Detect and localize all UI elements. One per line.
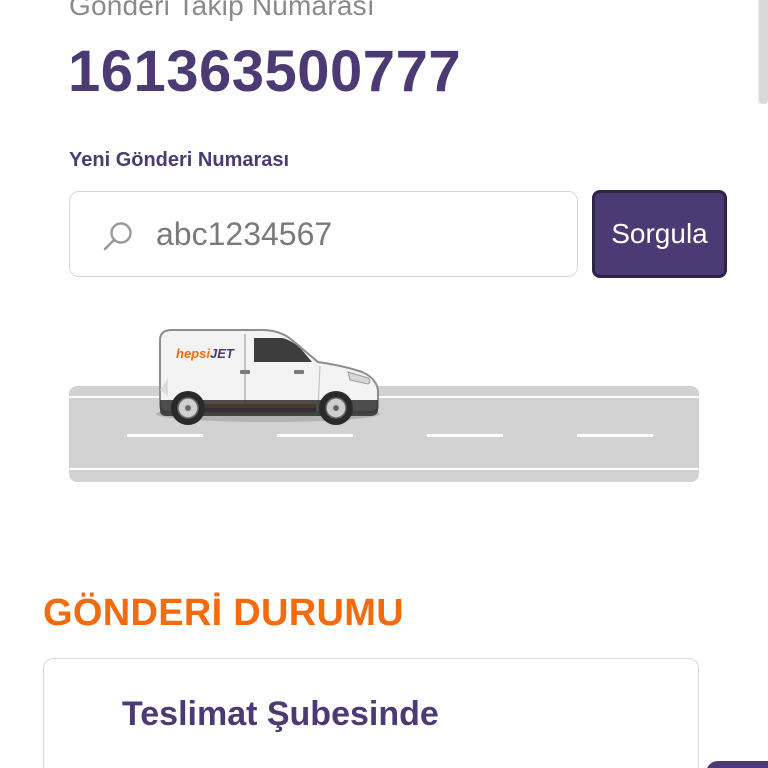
- tracking-number-value: 161363500777: [68, 39, 462, 104]
- scrollbar-thumb[interactable]: [759, 0, 768, 104]
- search-icon: [103, 222, 132, 251]
- new-tracking-number-label: Yeni Gönderi Numarası: [69, 149, 290, 171]
- current-status: Teslimat Şubesinde: [122, 695, 439, 733]
- tracking-page: Gönderi Takip Numarası 161363500777 Yeni…: [0, 0, 768, 768]
- query-button[interactable]: Sorgula: [592, 190, 727, 278]
- lane-dash: [277, 434, 353, 437]
- delivery-van-illustration: hepsiJET: [69, 329, 699, 482]
- van: hepsiJET: [156, 329, 380, 425]
- lane-dash: [427, 434, 503, 437]
- shipment-status-title: GÖNDERİ DURUMU: [43, 592, 404, 634]
- road-bottom-line: [69, 468, 699, 470]
- search-field[interactable]: [69, 191, 578, 277]
- lane-dash: [577, 434, 653, 437]
- status-card: Teslimat Şubesinde: [43, 658, 699, 768]
- tracking-number-label: Gönderi Takip Numarası: [69, 0, 375, 21]
- floating-action-button[interactable]: [706, 761, 768, 768]
- lane-dash: [127, 434, 203, 437]
- van-brand-logo: hepsiJET: [176, 346, 235, 361]
- search-input[interactable]: [156, 214, 556, 254]
